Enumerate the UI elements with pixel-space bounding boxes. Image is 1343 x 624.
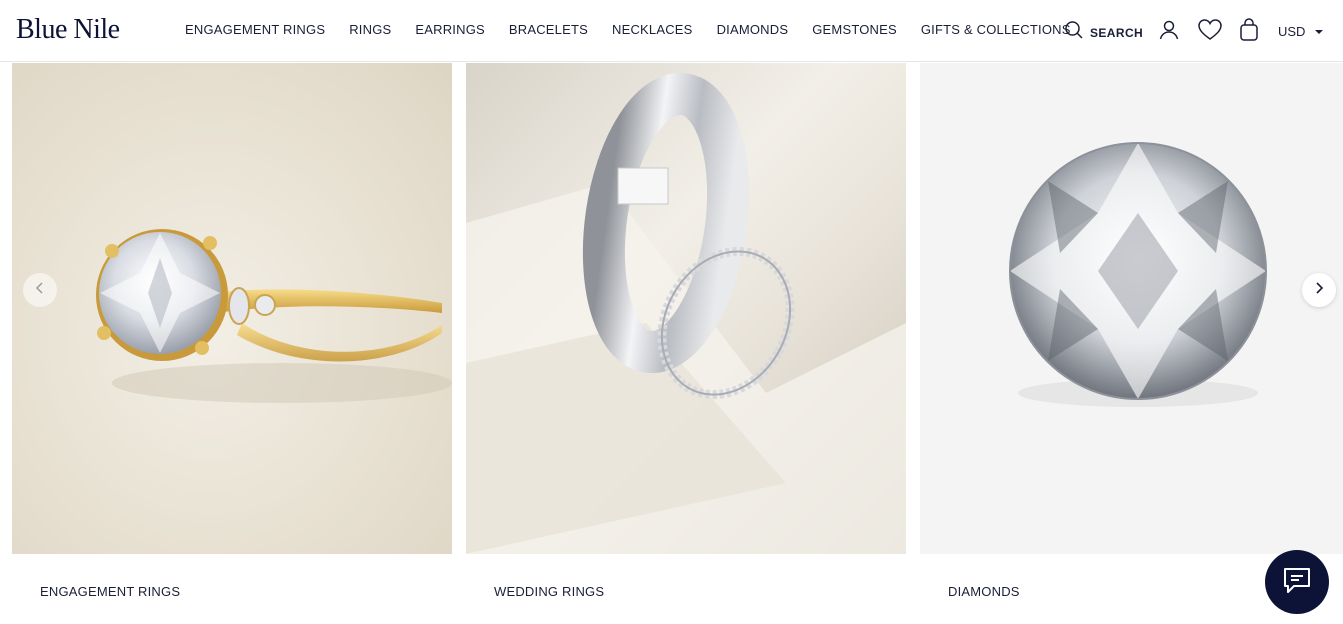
chat-bubble-icon	[1281, 564, 1313, 601]
search-button[interactable]: SEARCH	[1064, 20, 1143, 45]
nav-item-gifts-collections[interactable]: GIFTS & COLLECTIONS	[921, 22, 1071, 37]
chevron-right-icon	[1313, 281, 1325, 300]
logo[interactable]: Blue Nile	[16, 14, 120, 46]
chevron-down-icon	[1315, 29, 1324, 34]
engagement-ring-image	[96, 229, 452, 403]
chevron-left-icon	[34, 281, 46, 300]
nav-item-gemstones[interactable]: GEMSTONES	[812, 22, 897, 37]
carousel-next-button[interactable]	[1302, 273, 1336, 307]
nav-item-bracelets[interactable]: BRACELETS	[509, 22, 588, 37]
site-header: Blue Nile ENGAGEMENT RINGS RINGS EARRING…	[0, 0, 1343, 62]
main-nav: ENGAGEMENT RINGS RINGS EARRINGS BRACELET…	[185, 22, 1095, 37]
category-card-diamonds[interactable]	[920, 63, 1343, 554]
category-card-wedding-rings[interactable]	[466, 63, 906, 554]
chat-button[interactable]	[1265, 550, 1329, 614]
currency-label: USD	[1278, 24, 1306, 39]
account-icon[interactable]	[1157, 18, 1181, 42]
shopping-bag-icon[interactable]	[1238, 18, 1262, 42]
search-icon	[1064, 20, 1084, 45]
loose-diamond-image	[1009, 142, 1267, 407]
card-label-engagement-rings[interactable]: ENGAGEMENT RINGS	[40, 584, 180, 599]
nav-item-rings[interactable]: RINGS	[349, 22, 391, 37]
search-label: SEARCH	[1090, 25, 1144, 40]
nav-item-earrings[interactable]: EARRINGS	[415, 22, 485, 37]
currency-selector[interactable]: USD	[1278, 24, 1324, 39]
card-label-diamonds[interactable]: DIAMONDS	[948, 584, 1020, 599]
wishlist-heart-icon[interactable]	[1197, 18, 1222, 42]
carousel-prev-button[interactable]	[23, 273, 57, 307]
nav-item-necklaces[interactable]: NECKLACES	[612, 22, 693, 37]
nav-item-diamonds[interactable]: DIAMONDS	[717, 22, 789, 37]
nav-item-engagement-rings[interactable]: ENGAGEMENT RINGS	[185, 22, 325, 37]
category-card-engagement-rings[interactable]	[12, 63, 452, 554]
card-label-wedding-rings[interactable]: WEDDING RINGS	[494, 584, 604, 599]
wedding-rings-image	[466, 72, 906, 554]
